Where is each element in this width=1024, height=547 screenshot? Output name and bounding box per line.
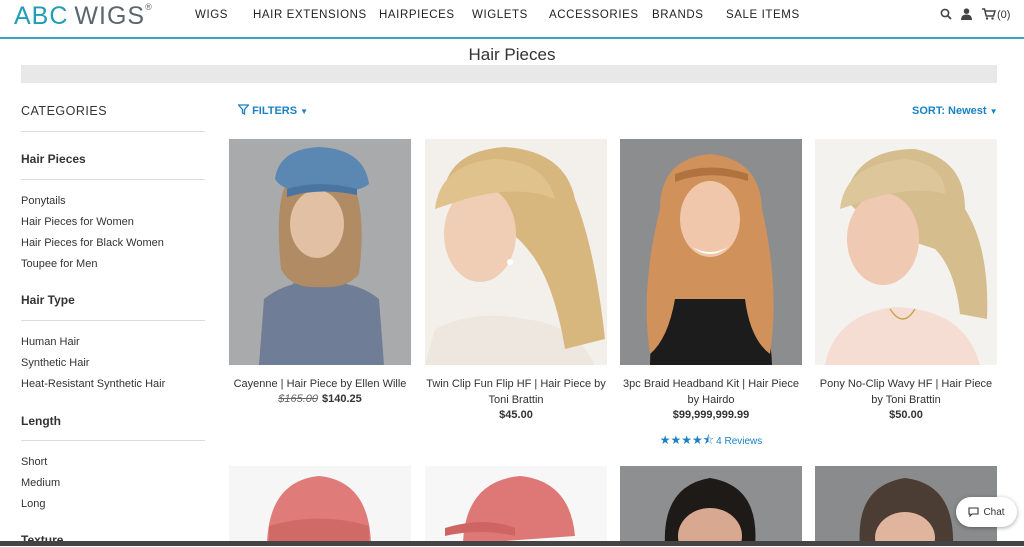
star-icon: ★ (659, 433, 671, 447)
logo-wigs: WIGS (74, 2, 146, 30)
product-image[interactable] (425, 139, 607, 365)
filters-button[interactable]: FILTERS ▼ (237, 104, 309, 117)
sidebar-link-synthetic-hair[interactable]: Synthetic Hair (21, 357, 89, 369)
product-name[interactable]: 3pc Braid Headband Kit | Hair Piece by H… (620, 376, 802, 408)
search-icon[interactable] (940, 8, 952, 23)
product-image[interactable] (425, 466, 607, 546)
section-title-length[interactable]: Length (21, 414, 61, 428)
product-name[interactable]: Twin Clip Fun Flip HF | Hair Piece by To… (425, 376, 607, 408)
sidebar-link-hair-pieces-women[interactable]: Hair Pieces for Women (21, 216, 134, 228)
section-title-hair-pieces[interactable]: Hair Pieces (21, 152, 86, 166)
review-count[interactable]: 4 Reviews (716, 436, 762, 447)
page-title: Hair Pieces (468, 45, 556, 64)
chevron-down-icon: ▼ (300, 107, 309, 116)
sidebar-link-hair-pieces-black-women[interactable]: Hair Pieces for Black Women (21, 237, 164, 249)
nav-hair-extensions[interactable]: HAIR EXTENSIONS (253, 9, 367, 21)
sidebar-link-heat-resistant[interactable]: Heat-Resistant Synthetic Hair (21, 378, 165, 390)
site-logo[interactable]: ABC WIGS® (14, 2, 153, 31)
product-card[interactable]: Pony No-Clip Wavy HF | Hair Piece by Ton… (815, 139, 997, 421)
product-price: $165.00 $140.25 (229, 393, 411, 405)
header-divider (0, 37, 1024, 39)
sidebar-link-medium[interactable]: Medium (21, 477, 60, 489)
sale-price: $140.25 (322, 393, 362, 405)
divider (21, 131, 205, 132)
sidebar-link-short[interactable]: Short (21, 456, 47, 468)
cart-count[interactable]: (0) (997, 9, 1010, 21)
filters-label: FILTERS (252, 105, 298, 117)
divider (21, 440, 205, 441)
product-price: $45.00 (499, 409, 533, 421)
product-card[interactable]: Twin Clip Fun Flip HF | Hair Piece by To… (425, 139, 607, 421)
section-title-hair-type[interactable]: Hair Type (21, 293, 75, 307)
sort-label: SORT: Newest (912, 105, 987, 117)
filter-icon (237, 104, 250, 116)
nav-sale-items[interactable]: SALE ITEMS (726, 9, 800, 21)
chat-icon (968, 507, 979, 517)
product-name[interactable]: Cayenne | Hair Piece by Ellen Wille (229, 376, 411, 392)
nav-brands[interactable]: BRANDS (652, 9, 704, 21)
product-price: $50.00 (889, 409, 923, 421)
product-card[interactable]: 3pc Braid Headband Kit | Hair Piece by H… (620, 139, 802, 449)
star-icon: ★ (692, 433, 703, 447)
chat-label: Chat (983, 506, 1005, 518)
divider (21, 179, 205, 180)
divider (21, 320, 205, 321)
star-icon: ★ (670, 433, 682, 447)
sidebar-link-human-hair[interactable]: Human Hair (21, 336, 80, 348)
product-rating[interactable]: ★★★★⯪ 4 Reviews (620, 431, 802, 452)
nav-accessories[interactable]: ACCESSORIES (549, 9, 639, 21)
cart-icon[interactable] (982, 8, 997, 23)
product-image[interactable] (229, 139, 411, 365)
product-image[interactable] (815, 139, 997, 365)
logo-abc: ABC (14, 2, 69, 30)
title-bar (21, 65, 997, 83)
sidebar-link-ponytails[interactable]: Ponytails (21, 195, 66, 207)
categories-heading: CATEGORIES (21, 104, 108, 118)
product-image[interactable] (229, 466, 411, 546)
bottom-bar (0, 541, 1024, 546)
product-card[interactable]: Cayenne | Hair Piece by Ellen Wille $165… (229, 139, 411, 419)
product-image[interactable] (620, 466, 802, 546)
nav-wigs[interactable]: WIGS (195, 9, 228, 21)
chat-button[interactable]: Chat (956, 497, 1017, 527)
nav-wiglets[interactable]: WIGLETS (472, 9, 528, 21)
sidebar-link-toupee-men[interactable]: Toupee for Men (21, 258, 97, 270)
user-icon[interactable] (961, 8, 972, 23)
product-name[interactable]: Pony No-Clip Wavy HF | Hair Piece by Ton… (815, 376, 997, 408)
product-price: $99,999,999.99 (672, 409, 750, 421)
sidebar-link-long[interactable]: Long (21, 498, 45, 510)
star-half-icon: ⯪ (702, 433, 715, 447)
nav-hairpieces[interactable]: HAIRPIECES (379, 9, 455, 21)
logo-registered: ® (145, 2, 153, 12)
sort-dropdown[interactable]: SORT: Newest ▼ (912, 105, 998, 117)
product-image[interactable] (620, 139, 802, 365)
chevron-down-icon: ▼ (989, 107, 998, 116)
star-icon: ★ (681, 433, 692, 447)
original-price: $165.00 (278, 393, 318, 405)
